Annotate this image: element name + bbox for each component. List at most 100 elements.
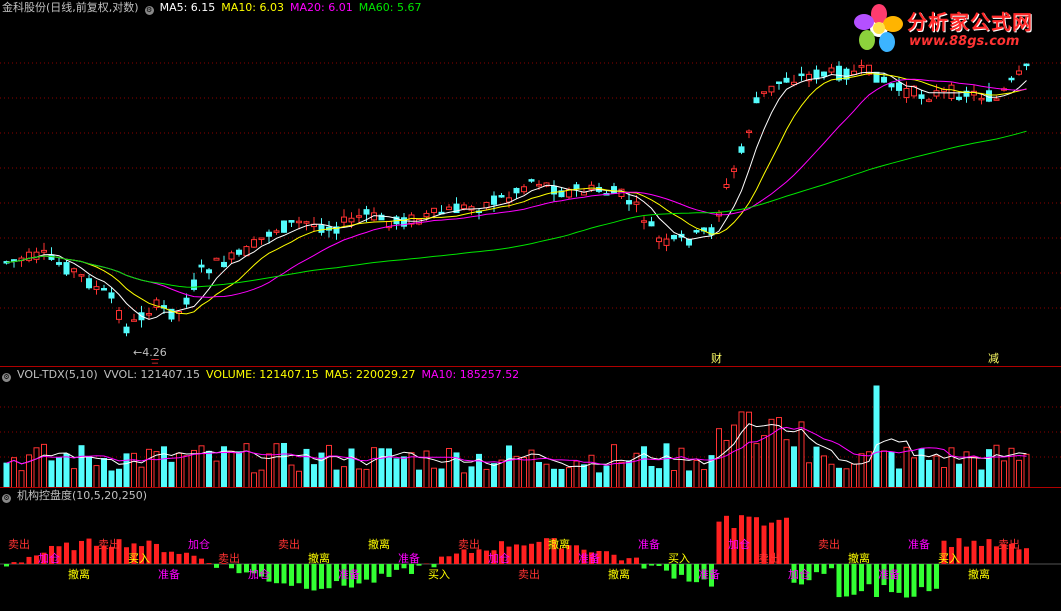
volume-bar [589,455,594,488]
candle-body [34,252,39,259]
candle-body [934,91,939,96]
volume-bar [934,456,939,488]
settings-icon[interactable]: ⚙ [145,6,154,15]
indicator-bar [72,550,77,564]
volume-bar [732,425,737,488]
candle-body [979,98,984,100]
candle-body [259,238,264,240]
signal-label: 卖出 [278,536,300,552]
volume-bar [499,460,504,488]
candle-body [132,320,137,322]
volume-bar [852,464,857,488]
settings-icon[interactable]: ⚙ [2,494,11,503]
candle-body [762,92,767,94]
candle-body [777,82,782,84]
indicator-bar [672,564,677,579]
signal-label: 撤离 [608,566,630,582]
indicator-bar [919,564,924,587]
candle-body [289,221,294,223]
volume-bar [274,444,279,488]
candle-body [672,236,677,239]
signal-label: 卖出 [998,536,1020,552]
volume-bar [762,436,767,488]
candle-body [117,311,122,320]
vvol-value: VVOL: 121407.15 [104,368,200,381]
volume-bar [447,449,452,488]
indicator-bar [987,539,992,564]
candle-body [357,216,362,218]
signal-label: 撤离 [548,536,570,552]
indicator-chart[interactable] [0,488,1061,611]
price-header: 金科股份(日线,前复权,对数)⚙MA5: 6.15MA10: 6.03MA20:… [2,0,427,16]
candle-body [784,78,789,82]
indicator-bar [814,564,819,572]
indicator-bar [972,541,977,564]
volume-bar [784,440,789,488]
volume-bar [829,464,834,488]
candle-body [949,85,954,98]
volume-bar [57,458,62,488]
candle-body [994,99,999,101]
volume-bar [289,465,294,488]
indicator-bar [619,560,624,564]
indicator-bar [469,553,474,564]
volume-bar [34,448,39,488]
signal-label: 撤离 [368,536,390,552]
candle-body [1024,64,1029,66]
signal-label: 卖出 [98,536,120,552]
volume-bar [724,440,729,488]
indicator-bar [904,564,909,597]
candle-body [927,100,932,102]
candlestick-chart[interactable] [0,0,1061,366]
volume-bar [522,458,527,488]
volume-bar [402,457,407,488]
indicator-bar [687,564,692,582]
indicator-bar [634,558,639,564]
indicator-bar [64,543,69,564]
signal-label: 准备 [338,566,360,582]
settings-icon[interactable]: ⚙ [2,373,11,382]
price-pane[interactable]: 金科股份(日线,前复权,对数)⚙MA5: 6.15MA10: 6.03MA20:… [0,0,1061,366]
indicator-bar [927,564,932,591]
volume-bar [199,446,204,488]
indicator-bar [529,544,534,564]
volume-bar [859,454,864,488]
indicator-pane[interactable]: ⚙机构控盘度(10,5,20,250) 卖出加仓撤离卖出买入准备加仓卖出加仓卖出… [0,487,1061,611]
indicator-bar [154,544,159,564]
volume-bar [664,444,669,488]
volume-bar [267,454,272,488]
signal-label: 撤离 [68,566,90,582]
volume-bar [814,447,819,488]
signal-label: 准备 [158,566,180,582]
volume-bar [147,449,152,488]
indicator-bar [12,562,17,564]
volume-bar [169,462,174,488]
volume-pane[interactable]: ⚙VOL-TDX(5,10)VVOL: 121407.15VOLUME: 121… [0,366,1061,488]
volume-bar [439,469,444,488]
candle-body [732,169,737,172]
candle-body [64,263,69,274]
volume-bar [687,471,692,488]
indicator-bar [87,539,92,564]
candle-body [462,205,467,209]
candle-body [919,95,924,99]
indicator-bar [19,562,24,564]
signal-label: 买入 [428,566,450,582]
volume-bar [424,451,429,488]
candle-body [184,298,189,304]
volume-bar [259,470,264,488]
volume-bar [237,452,242,488]
volume-bar [702,470,707,488]
candle-body [207,270,212,273]
candle-body [319,225,324,232]
indicator-bar [822,564,827,574]
volume-bar [72,469,77,488]
signal-label: 撤离 [848,550,870,566]
candle-body [814,70,819,79]
volume-bar [124,454,129,488]
volume-bar [154,452,159,488]
candle-body [237,250,242,254]
volume-chart[interactable] [0,367,1061,488]
indicator-bar [207,563,212,564]
indicator-bar [387,564,392,577]
